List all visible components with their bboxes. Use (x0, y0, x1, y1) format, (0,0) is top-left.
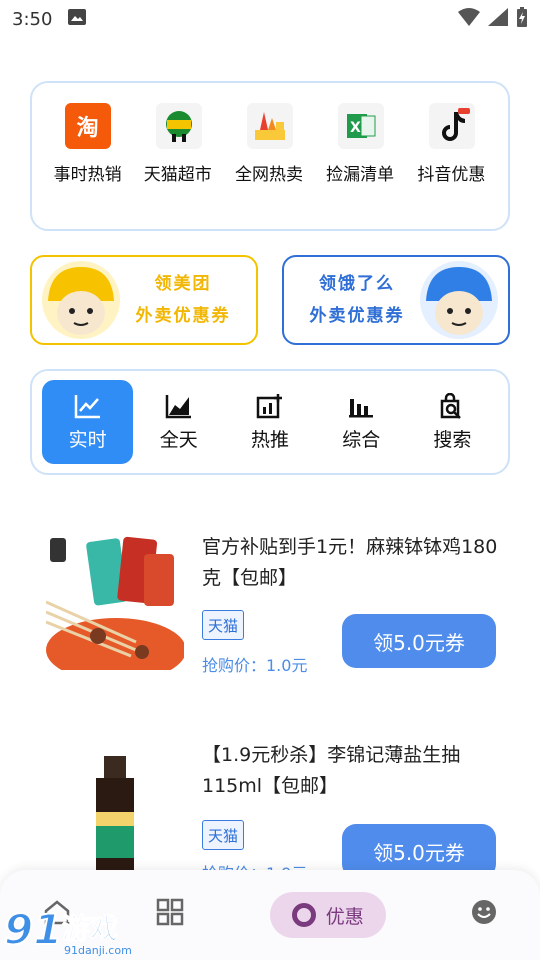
tab-search[interactable]: 搜索 (407, 380, 498, 464)
platform-badge: 天猫 (202, 820, 244, 850)
tab-label: 全天 (159, 428, 198, 451)
platform-badge: 天猫 (202, 610, 244, 640)
status-time: 3:50 (12, 8, 53, 30)
battery-icon (516, 6, 528, 32)
smile-icon (471, 899, 497, 931)
tab-label: 实时 (68, 428, 107, 451)
product-image (46, 532, 184, 670)
bar-chart-icon (347, 393, 375, 421)
tab-all-day[interactable]: 全天 (133, 380, 224, 464)
tiktok-icon (429, 103, 476, 149)
meituan-banner-line1: 领美团 (154, 274, 212, 294)
quick-nav-label: 捡漏清单 (326, 165, 395, 185)
quick-nav-card: 淘 事时热销 天猫超市 全网热卖 X 捡漏清单 抖音优惠 (30, 81, 510, 231)
discount-icon (291, 903, 316, 927)
quick-nav-label: 天猫超市 (143, 165, 212, 185)
tmall-market-icon (155, 103, 202, 149)
product-price: 抢购价：1.0元 (202, 656, 308, 675)
hot-sale-icon (246, 103, 293, 149)
status-bar: 3:50 (0, 0, 540, 38)
product-item[interactable]: 官方补贴到手1元！麻辣钵钵鸡180克【包邮】 天猫 抢购价：1.0元 领5.0元… (46, 532, 506, 692)
excel-icon: X (338, 103, 385, 149)
svg-text:91: 91 (4, 905, 62, 954)
meituan-mascot-image (42, 261, 120, 339)
eleme-banner-line2: 外卖优惠券 (309, 306, 405, 326)
status-icons (458, 6, 528, 32)
eleme-banner-line1: 领饿了么 (319, 274, 395, 294)
nav-profile[interactable] (471, 892, 497, 938)
meituan-coupon-banner[interactable]: 领美团 外卖优惠券 (30, 255, 258, 345)
tab-comprehensive[interactable]: 综合 (316, 380, 407, 464)
quick-nav-tmall-market[interactable]: 天猫超市 (136, 103, 222, 229)
tab-label: 综合 (342, 428, 381, 451)
quick-nav-douyin[interactable]: 抖音优惠 (409, 103, 495, 229)
wifi-icon (458, 7, 480, 31)
svg-text:91danji.com: 91danji.com (64, 944, 132, 957)
realtime-chart-icon (74, 393, 102, 421)
quick-nav-hot-sale[interactable]: 全网热卖 (227, 103, 313, 229)
grid-icon (156, 898, 184, 932)
claim-coupon-button[interactable]: 领5.0元券 (342, 614, 496, 668)
tab-realtime[interactable]: 实时 (42, 380, 134, 464)
quick-nav-label: 事时热销 (53, 165, 122, 185)
product-title: 官方补贴到手1元！麻辣钵钵鸡180克【包邮】 (202, 536, 498, 589)
meituan-banner-line2: 外卖优惠券 (135, 306, 231, 326)
app-screen: 3:50 淘 事时热销 天猫超市 全网热卖 X 捡漏清单 抖音优惠 领美团 外卖… (0, 0, 540, 960)
product-title: 【1.9元秒杀】李锦记薄盐生抽115ml【包邮】 (202, 744, 461, 797)
svg-text:游戏: 游戏 (62, 912, 118, 945)
search-icon (438, 392, 466, 421)
quick-nav-label: 抖音优惠 (417, 165, 486, 185)
category-tabs: 实时 全天 热推 综合 搜索 (30, 369, 510, 475)
taobao-icon: 淘 (64, 103, 111, 149)
signal-icon (488, 7, 508, 31)
product-image (46, 740, 184, 878)
watermark-logo: 91 游戏 91danji.com (3, 900, 140, 958)
hot-recommend-icon (256, 393, 284, 421)
tab-hot-recommend[interactable]: 热推 (224, 380, 315, 464)
tab-label: 搜索 (433, 428, 472, 451)
eleme-mascot-image (420, 261, 498, 339)
quick-nav-taobao[interactable]: 淘 事时热销 (45, 103, 131, 229)
nav-discount-label: 优惠 (325, 905, 364, 928)
eleme-coupon-banner[interactable]: 领饿了么 外卖优惠券 (282, 255, 510, 345)
gallery-icon (68, 8, 87, 30)
tab-label: 热推 (251, 428, 290, 451)
nav-discount[interactable]: 优惠 (269, 892, 386, 938)
svg-text:X: X (350, 120, 361, 136)
quick-nav-label: 全网热卖 (234, 165, 303, 185)
quick-nav-bargain-list[interactable]: X 捡漏清单 (318, 103, 404, 229)
all-day-chart-icon (165, 393, 193, 421)
nav-grid[interactable] (156, 892, 184, 938)
